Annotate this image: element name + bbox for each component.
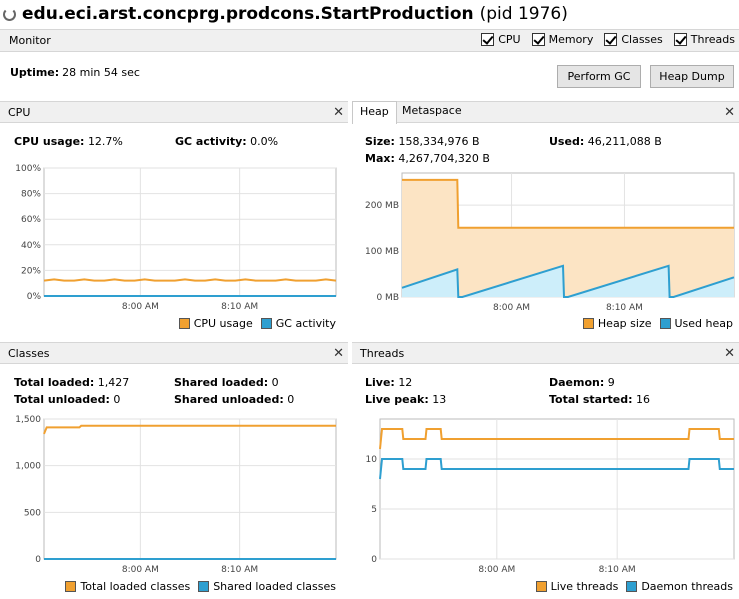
legend-item: Used heap bbox=[659, 317, 733, 330]
x-tick-label: 8:10 AM bbox=[606, 303, 643, 313]
y-tick-label: 80% bbox=[21, 190, 41, 200]
checkbox-cpu[interactable]: CPU bbox=[481, 33, 521, 46]
y-tick-label: 10 bbox=[366, 455, 378, 465]
heap-max-stat: Max: 4,267,704,320 B bbox=[365, 152, 490, 165]
y-tick-label: 20% bbox=[21, 266, 41, 276]
legend-item: Heap size bbox=[582, 317, 652, 330]
cpu-chart: 100% 80% 60% 40% 20% 0% 8:00 AM 8:10 AM bbox=[15, 164, 337, 312]
classes-legend: Total loaded classes Shared loaded class… bbox=[57, 580, 336, 593]
total-unloaded-stat: Total unloaded: 0 bbox=[14, 393, 121, 406]
gc-activity-stat: GC activity: 0.0% bbox=[175, 135, 279, 148]
checkbox-classes[interactable]: Classes bbox=[604, 33, 663, 46]
blue-swatch-icon bbox=[260, 318, 272, 329]
checkbox-checked-icon[interactable] bbox=[673, 33, 687, 46]
checkbox-memory[interactable]: Memory bbox=[531, 33, 593, 46]
plot-area bbox=[43, 418, 337, 560]
series-line bbox=[43, 278, 337, 282]
heap-dump-button[interactable]: Heap Dump bbox=[650, 65, 734, 88]
classes-panel: Classes ✕ Total loaded: 1,427 Shared loa… bbox=[0, 342, 348, 599]
checkbox-checked-icon[interactable] bbox=[531, 33, 545, 46]
legend-item: Shared loaded classes bbox=[198, 580, 336, 593]
app-name: edu.eci.arst.concprg.prodcons.StartProdu… bbox=[22, 4, 474, 24]
x-tick-label: 8:10 AM bbox=[599, 565, 636, 575]
blue-swatch-icon bbox=[659, 318, 671, 329]
heap-chart: 200 MB 100 MB 0 MB 8:00 AM 8:10 AM bbox=[365, 172, 735, 313]
legend-item: Live threads bbox=[535, 580, 618, 593]
uptime-value: 28 min 54 sec bbox=[62, 66, 140, 79]
x-tick-label: 8:10 AM bbox=[221, 565, 258, 575]
classes-chart: 1,500 1,000 500 0 8:00 AM 8:10 AM bbox=[15, 415, 337, 575]
threads-panel-title: Threads bbox=[360, 347, 405, 360]
threads-chart: 10 5 0 8:00 AM 8:10 AM bbox=[366, 418, 735, 575]
y-tick-label: 0 bbox=[35, 555, 41, 565]
cpu-usage-stat: CPU usage: 12.7% bbox=[14, 135, 123, 148]
y-tick-label: 100 MB bbox=[365, 247, 399, 257]
daemon-stat: Daemon: 9 bbox=[549, 376, 615, 389]
heap-legend: Heap size Used heap bbox=[575, 317, 733, 330]
cpu-legend: CPU usage GC activity bbox=[171, 317, 336, 330]
plot-area bbox=[43, 167, 337, 297]
uptime-label: Uptime: bbox=[10, 66, 60, 79]
shared-loaded-stat: Shared loaded: 0 bbox=[174, 376, 279, 389]
loading-spinner-icon bbox=[3, 7, 16, 21]
orange-swatch-icon bbox=[65, 581, 77, 592]
x-tick-label: 8:00 AM bbox=[122, 565, 159, 575]
orange-swatch-icon bbox=[178, 318, 190, 329]
y-tick-label: 5 bbox=[371, 505, 377, 515]
orange-swatch-icon bbox=[535, 581, 547, 592]
pid-text: (pid 1976) bbox=[479, 4, 568, 24]
y-tick-label: 0 bbox=[371, 555, 377, 565]
checkbox-checked-icon[interactable] bbox=[481, 33, 495, 46]
legend-item: GC activity bbox=[260, 317, 336, 330]
tab-metaspace[interactable]: Metaspace bbox=[395, 101, 469, 124]
y-tick-label: 1,500 bbox=[15, 415, 41, 425]
monitor-bar: Monitor CPU Memory Classes Threads bbox=[0, 29, 739, 52]
monitor-label: Monitor bbox=[9, 34, 51, 47]
y-tick-label: 0% bbox=[27, 292, 42, 302]
close-icon[interactable]: ✕ bbox=[333, 346, 344, 361]
heap-used-stat: Used: 46,211,088 B bbox=[549, 135, 662, 148]
y-tick-label: 200 MB bbox=[365, 201, 399, 211]
x-tick-label: 8:00 AM bbox=[493, 303, 530, 313]
uptime: Uptime: 28 min 54 sec bbox=[10, 66, 140, 79]
legend-item: CPU usage bbox=[178, 317, 253, 330]
window-title: edu.eci.arst.concprg.prodcons.StartProdu… bbox=[0, 0, 739, 28]
total-started-stat: Total started: 16 bbox=[549, 393, 651, 406]
live-stat: Live: 12 bbox=[365, 376, 413, 389]
cpu-panel-title: CPU bbox=[8, 106, 31, 119]
x-tick-label: 8:00 AM bbox=[478, 565, 515, 575]
checkbox-checked-icon[interactable] bbox=[604, 33, 618, 46]
cpu-panel: CPU ✕ CPU usage: 12.7% GC activity: 0.0%… bbox=[0, 101, 348, 337]
close-icon[interactable]: ✕ bbox=[724, 105, 735, 120]
y-tick-label: 500 bbox=[24, 508, 41, 518]
live-peak-stat: Live peak: 13 bbox=[365, 393, 447, 406]
blue-swatch-icon bbox=[626, 581, 638, 592]
y-tick-label: 1,000 bbox=[15, 462, 41, 472]
shared-unloaded-stat: Shared unloaded: 0 bbox=[174, 393, 295, 406]
heap-panel: Heap Metaspace ✕ Size: 158,334,976 B Use… bbox=[352, 101, 739, 337]
legend-item: Total loaded classes bbox=[65, 580, 190, 593]
threads-legend: Live threads Daemon threads bbox=[528, 580, 733, 593]
close-icon[interactable]: ✕ bbox=[724, 346, 735, 361]
threads-panel: Threads ✕ Live: 12 Daemon: 9 Live peak: … bbox=[352, 342, 739, 599]
y-tick-label: 0 MB bbox=[376, 293, 399, 303]
x-tick-label: 8:10 AM bbox=[221, 302, 258, 312]
total-loaded-stat: Total loaded: 1,427 bbox=[14, 376, 130, 389]
legend-item: Daemon threads bbox=[626, 580, 733, 593]
checkbox-threads[interactable]: Threads bbox=[673, 33, 735, 46]
y-tick-label: 100% bbox=[15, 164, 41, 174]
classes-panel-title: Classes bbox=[8, 347, 50, 360]
blue-swatch-icon bbox=[198, 581, 210, 592]
tab-heap[interactable]: Heap bbox=[352, 101, 397, 124]
y-tick-label: 60% bbox=[21, 215, 41, 225]
orange-swatch-icon bbox=[582, 318, 594, 329]
heap-size-stat: Size: 158,334,976 B bbox=[365, 135, 480, 148]
close-icon[interactable]: ✕ bbox=[333, 105, 344, 120]
perform-gc-button[interactable]: Perform GC bbox=[557, 65, 641, 88]
x-tick-label: 8:00 AM bbox=[122, 302, 159, 312]
y-tick-label: 40% bbox=[21, 241, 41, 251]
